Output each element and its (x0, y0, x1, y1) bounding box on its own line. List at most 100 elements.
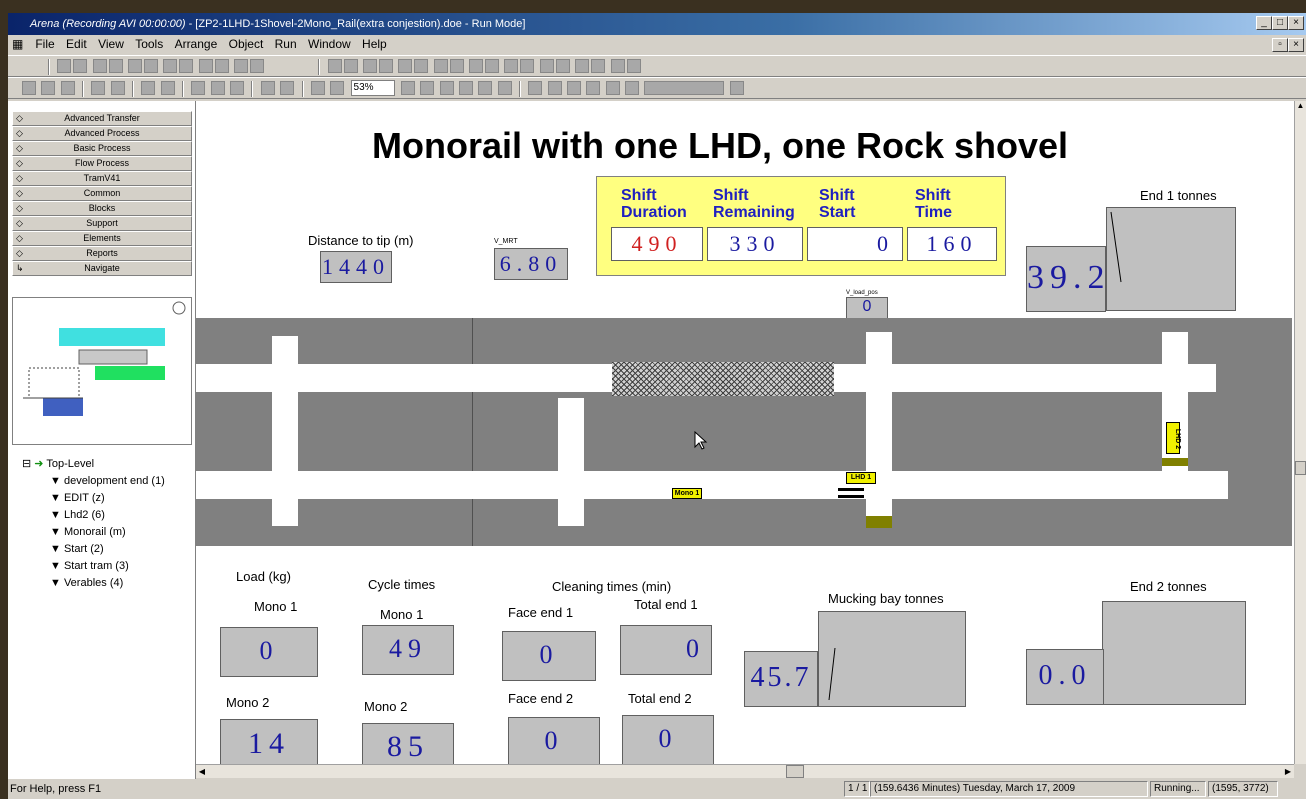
menu-run[interactable]: Run (271, 35, 301, 53)
doc-icon[interactable]: ▦ (8, 35, 28, 53)
new-icon[interactable] (22, 81, 36, 95)
layer-icon[interactable] (179, 59, 194, 73)
zoom-select[interactable]: 53% (350, 80, 395, 96)
line-icon[interactable] (327, 59, 342, 73)
tree-item[interactable]: ▼ Start tram (3) (22, 558, 165, 575)
template-attach-icon[interactable] (91, 81, 106, 95)
layer-icon[interactable] (198, 59, 213, 73)
box-icon[interactable] (398, 59, 413, 73)
edit-icon[interactable] (478, 81, 493, 95)
cut-icon[interactable] (191, 81, 206, 95)
menu-file[interactable]: File (31, 35, 58, 53)
end-icon[interactable] (625, 81, 639, 95)
tree-item[interactable]: ▼ Start (2) (22, 541, 165, 558)
panel-navigate[interactable]: ↳ Navigate (12, 261, 192, 276)
arc-icon[interactable] (363, 59, 378, 73)
open-icon[interactable] (41, 81, 56, 95)
menu-window[interactable]: Window (304, 35, 355, 53)
line-style-icon[interactable] (555, 59, 570, 73)
ellipse-icon[interactable] (433, 59, 448, 73)
fill-pattern-icon[interactable] (610, 59, 625, 73)
line-width-icon[interactable] (539, 59, 554, 73)
text-icon[interactable] (449, 59, 464, 73)
undo-icon[interactable] (260, 81, 275, 95)
align-icon[interactable] (57, 59, 72, 73)
text-color-icon[interactable] (504, 59, 519, 73)
start-over-icon[interactable] (605, 81, 620, 95)
connect-icon[interactable] (420, 81, 435, 95)
rotate-icon[interactable] (128, 59, 143, 73)
connect-icon[interactable] (439, 81, 454, 95)
panel-advanced-process[interactable]: ◇ Advanced Process (12, 126, 192, 141)
arrow-style-icon[interactable] (575, 59, 590, 73)
close-button[interactable]: × (1288, 16, 1304, 30)
horizontal-scrollbar[interactable]: ◀ ▶ (196, 764, 1294, 778)
layers-icon[interactable] (400, 81, 415, 95)
doc-close-button[interactable]: × (1288, 38, 1304, 52)
group-icon[interactable] (108, 59, 123, 73)
flip-icon[interactable] (144, 59, 159, 73)
panel-reports[interactable]: ◇ Reports (12, 246, 192, 261)
panel-close-area[interactable] (8, 101, 195, 111)
align-icon[interactable] (73, 59, 88, 73)
tree-item[interactable]: ▼ Verables (4) (22, 575, 165, 592)
tree-item[interactable]: ▼ Lhd2 (6) (22, 507, 165, 524)
lhd1-vehicle[interactable]: LHD 1 (846, 472, 876, 484)
doc-restore-button[interactable]: ▫ (1272, 38, 1288, 52)
vertical-scrollbar[interactable]: ▲ (1294, 101, 1306, 764)
menu-help[interactable]: Help (358, 35, 391, 53)
line-pattern-icon[interactable] (591, 59, 606, 73)
fast-forward-icon[interactable] (566, 81, 581, 95)
copy-icon[interactable] (210, 81, 225, 95)
panel-advanced-transfer[interactable]: ◇ Advanced Transfer (12, 111, 192, 126)
panel-tramv41[interactable]: ◇ TramV41 (12, 171, 192, 186)
model-canvas[interactable]: Monorail with one LHD, one Rock shovel D… (196, 101, 1294, 773)
menu-tools[interactable]: Tools (131, 35, 167, 53)
screen-icon[interactable] (310, 81, 325, 95)
menu-object[interactable]: Object (225, 35, 268, 53)
help-icon[interactable] (729, 81, 744, 95)
navigate-thumbnail[interactable] (12, 297, 192, 445)
panel-support[interactable]: ◇ Support (12, 216, 192, 231)
menu-view[interactable]: View (94, 35, 128, 53)
menu-edit[interactable]: Edit (62, 35, 91, 53)
scroll-left-icon[interactable]: ◀ (196, 765, 208, 778)
scroll-right-icon[interactable]: ▶ (1282, 765, 1294, 778)
tree-item[interactable]: ▼ EDIT (z) (22, 490, 165, 507)
pause-icon[interactable] (586, 81, 601, 95)
layer-icon[interactable] (163, 59, 178, 73)
panel-basic-process[interactable]: ◇ Basic Process (12, 141, 192, 156)
panel-common[interactable]: ◇ Common (12, 186, 192, 201)
tree-item[interactable]: ▼ Monorail (m) (22, 524, 165, 541)
save-icon[interactable] (60, 81, 75, 95)
panel-elements[interactable]: ◇ Elements (12, 231, 192, 246)
snap-icon[interactable] (234, 59, 249, 73)
print-preview-icon[interactable] (160, 81, 175, 95)
zoom-icon[interactable] (330, 81, 345, 95)
mono1-vehicle[interactable]: Mono 1 (672, 488, 702, 499)
vscroll-thumb[interactable] (1295, 461, 1306, 475)
redo-icon[interactable] (280, 81, 295, 95)
paste-icon[interactable] (230, 81, 245, 95)
curve-icon[interactable] (379, 59, 394, 73)
submodel-icon[interactable] (497, 81, 512, 95)
background-color-icon[interactable] (520, 59, 535, 73)
link-icon[interactable] (626, 59, 641, 73)
group-icon[interactable] (92, 59, 107, 73)
tree-item[interactable]: ▼ development end (1) (22, 473, 165, 490)
snap-icon[interactable] (250, 59, 265, 73)
speed-slider-icon[interactable] (644, 81, 725, 95)
minimize-button[interactable]: _ (1256, 16, 1272, 30)
menu-arrange[interactable]: Arrange (171, 35, 222, 53)
fill-color-icon[interactable] (485, 59, 500, 73)
polyline-icon[interactable] (343, 59, 358, 73)
tree-root[interactable]: ⊟ ➜ Top-Level (22, 456, 165, 473)
check-model-icon[interactable] (458, 81, 473, 95)
step-icon[interactable] (547, 81, 562, 95)
scroll-up-icon[interactable]: ▲ (1295, 101, 1306, 113)
maximize-button[interactable]: □ (1272, 16, 1288, 30)
line-color-icon[interactable] (469, 59, 484, 73)
print-icon[interactable] (141, 81, 156, 95)
panel-blocks[interactable]: ◇ Blocks (12, 201, 192, 216)
lhd2-vehicle[interactable]: LHD 2 (1166, 422, 1181, 454)
